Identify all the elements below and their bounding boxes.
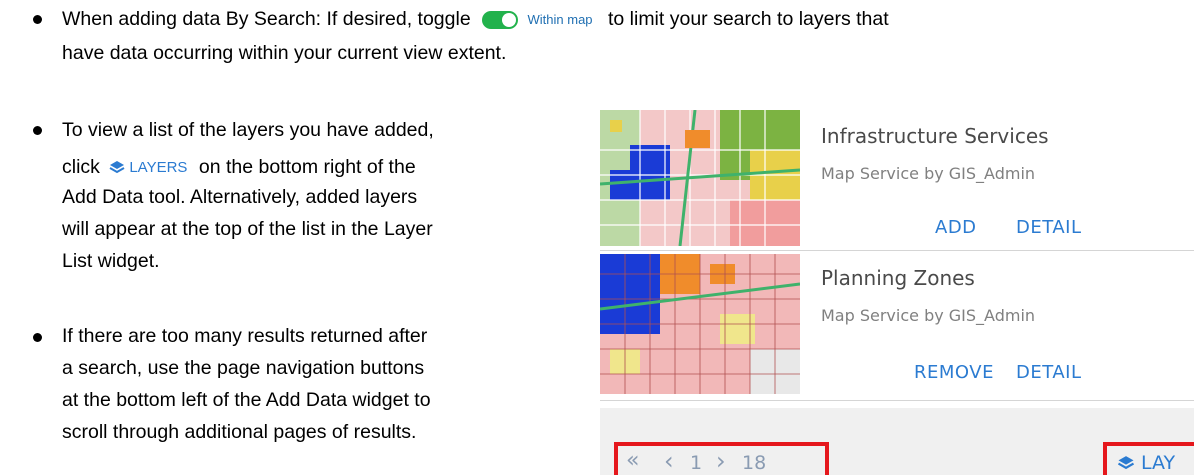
first-page-button[interactable]: «: [626, 448, 639, 473]
bullet-2-line5: List widget.: [62, 250, 160, 272]
bullet-dot: [33, 126, 42, 135]
card-subtitle: Map Service by GIS_Admin: [821, 306, 1036, 325]
result-card: Planning Zones Map Service by GIS_Admin …: [600, 254, 1194, 394]
page-navigation: « ‹ 1 › 18 Items: [614, 442, 829, 475]
add-data-widget: Infrastructure Services Map Service by G…: [600, 110, 1194, 475]
widget-footer: « ‹ 1 › 18 Items LAY: [600, 408, 1194, 475]
layers-icon: [1117, 456, 1135, 470]
layers-button-label: LAYERS: [129, 158, 188, 176]
bullet-dot: [33, 15, 42, 24]
click-word: click: [62, 156, 100, 178]
card-title: Infrastructure Services: [821, 124, 1049, 148]
result-card: Infrastructure Services Map Service by G…: [600, 110, 1194, 246]
bullet-1-text: When adding data By Search: If desired, …: [62, 2, 889, 37]
map-thumbnail: [600, 254, 800, 394]
items-count: 18 Items: [742, 452, 795, 475]
details-button[interactable]: DETAIL: [1016, 362, 1081, 383]
bullet-1-line1-post: to limit your search to layers that: [607, 8, 889, 30]
next-page-button[interactable]: ›: [716, 447, 726, 475]
remove-button[interactable]: REMOVE: [914, 362, 994, 383]
divider: [600, 400, 1194, 401]
map-thumbnail: [600, 110, 800, 246]
bullet-2-line1: To view a list of the layers you have ad…: [62, 119, 434, 141]
bullet-3-line4: scroll through additional pages of resul…: [62, 421, 417, 443]
bullet-2-after-button: on the bottom right of the: [198, 156, 416, 178]
bullet-2-line3: Add Data tool. Alternatively, added laye…: [62, 186, 418, 208]
within-map-label: Within map: [527, 11, 593, 27]
bullet-dot: [33, 333, 42, 342]
bullet-2-line4: will appear at the top of the list in th…: [62, 218, 433, 240]
details-button[interactable]: DETAIL: [1016, 217, 1081, 238]
layers-icon: [109, 160, 125, 173]
bullet-3-line1: If there are too many results returned a…: [62, 325, 428, 347]
layers-button[interactable]: LAY: [1103, 442, 1194, 475]
layers-button-label: LAY: [1141, 452, 1176, 474]
bullet-3-line3: at the bottom left of the Add Data widge…: [62, 389, 431, 411]
bullet-3-line2: a search, use the page navigation button…: [62, 357, 425, 379]
within-map-toggle[interactable]: [482, 10, 519, 29]
divider: [600, 250, 1194, 251]
card-subtitle: Map Service by GIS_Admin: [821, 164, 1036, 183]
prev-page-button[interactable]: ‹: [664, 447, 674, 475]
page-number: 1: [690, 452, 703, 474]
bullet-1-line2: have data occurring within your current …: [62, 42, 507, 64]
card-title: Planning Zones: [821, 266, 975, 290]
add-button[interactable]: ADD: [935, 217, 977, 238]
bullet-1-line1-pre: When adding data By Search: If desired, …: [62, 8, 471, 30]
